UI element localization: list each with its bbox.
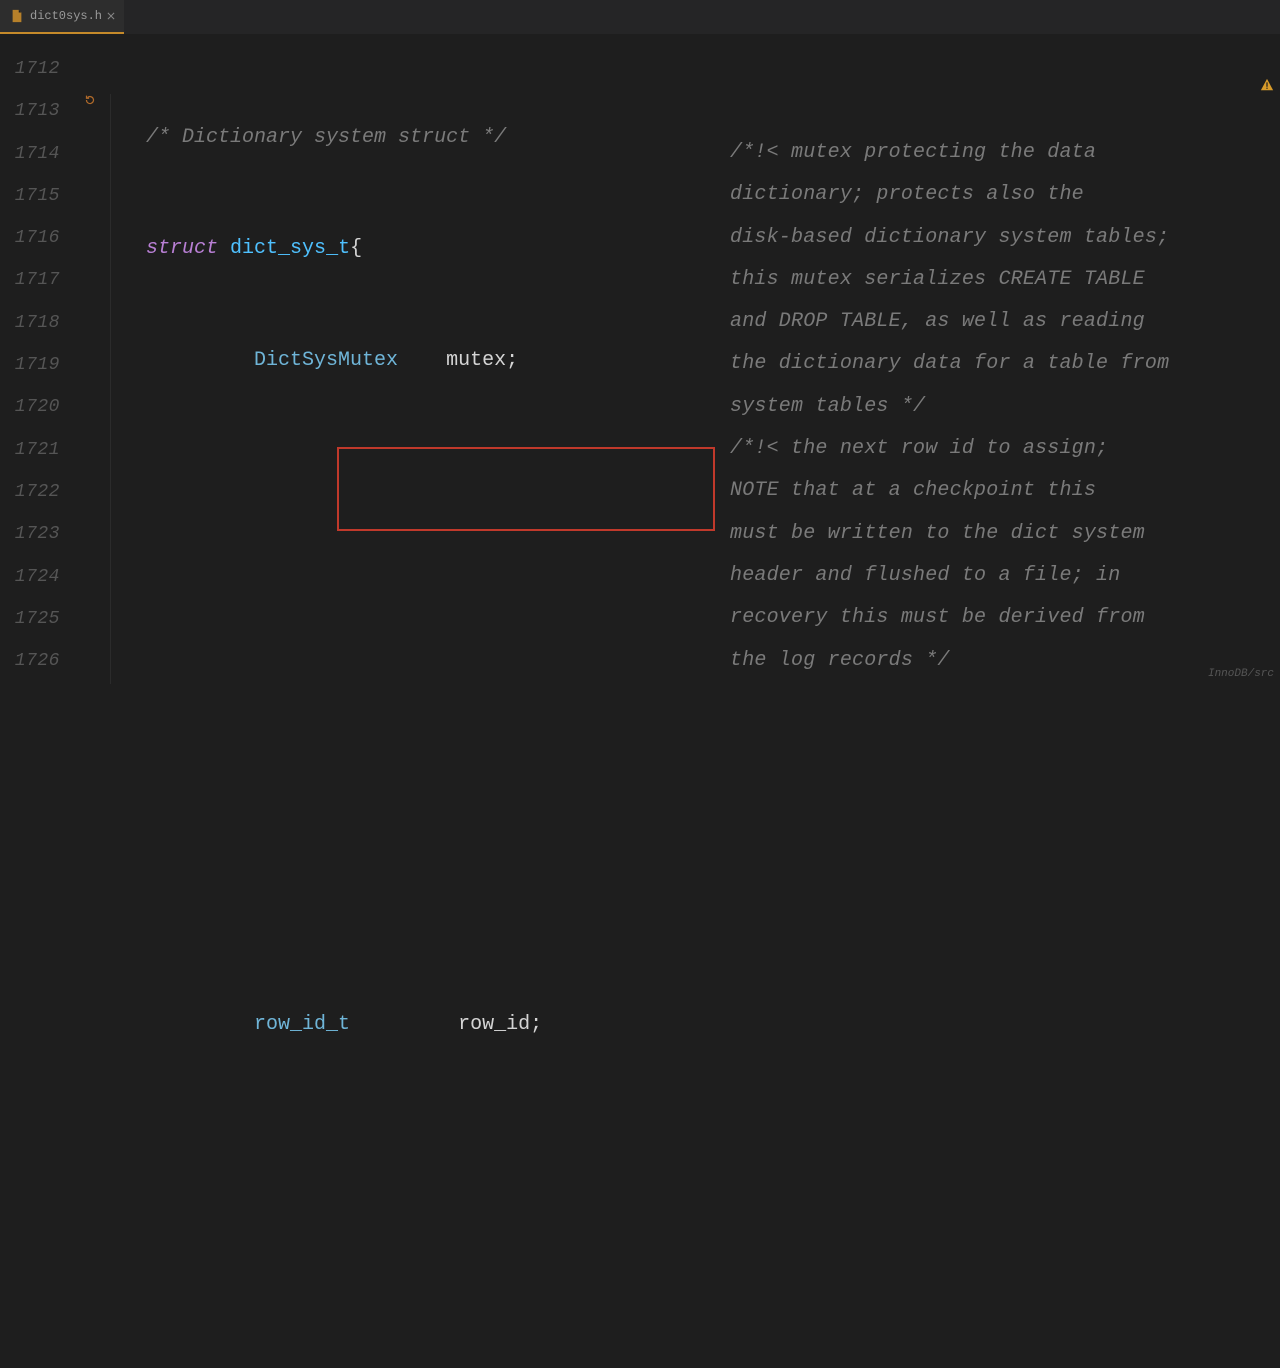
doc-comment-column: /*!< mutex protecting the data dictionar… [730, 132, 1272, 682]
code-line [110, 804, 1280, 846]
line-number: 1724 [0, 556, 72, 598]
refresh-marker-icon[interactable] [82, 92, 98, 108]
line-number: 1721 [0, 429, 72, 471]
line-number: 1717 [0, 259, 72, 301]
comment-text: header and flushed to a file; in [730, 555, 1272, 597]
line-number-gutter: 1712 1713 1714 1715 1716 1717 1718 1719 … [0, 34, 72, 684]
editor-margin [72, 34, 110, 684]
comment-text: /*!< the next row id to assign; [730, 428, 1272, 470]
line-number: 1714 [0, 133, 72, 175]
type-token: DictSysMutex [254, 349, 398, 372]
comment-text: dictionary; protects also the [730, 174, 1272, 216]
type-token: dict_sys_t [230, 237, 350, 260]
comment-text: this mutex serializes CREATE TABLE [730, 259, 1272, 301]
comment-text: /*!< mutex protecting the data [730, 132, 1272, 174]
code-line [110, 716, 1280, 758]
tab-filename: dict0sys.h [30, 9, 102, 23]
warning-icon[interactable] [1260, 78, 1274, 97]
comment-text: must be written to the dict system [730, 513, 1272, 555]
comment-token: /* Dictionary system struct */ [146, 126, 506, 149]
line-number: 1712 [0, 48, 72, 90]
line-number: 1715 [0, 175, 72, 217]
comment-text: recovery this must be derived from [730, 597, 1272, 639]
line-number: 1722 [0, 471, 72, 513]
code-line [110, 892, 1280, 934]
code-line: row_id_t row_id; [110, 1004, 1280, 1046]
comment-text: system tables */ [730, 386, 1272, 428]
code-line [110, 1203, 1280, 1245]
code-line [110, 1115, 1280, 1157]
line-number: 1719 [0, 344, 72, 386]
comment-text: the dictionary data for a table from [730, 343, 1272, 385]
ide-watermark: InnoDB/src [1208, 668, 1274, 680]
member-token: row_id; [458, 1013, 542, 1036]
keyword-token: struct [146, 237, 218, 260]
line-number: 1725 [0, 598, 72, 640]
line-number: 1723 [0, 513, 72, 555]
line-number: 1716 [0, 217, 72, 259]
comment-text: the log records */ [730, 640, 1272, 682]
tab-bar: dict0sys.h [0, 0, 1280, 34]
file-icon [10, 9, 24, 23]
comment-text: disk-based dictionary system tables; [730, 217, 1272, 259]
code-line [110, 1292, 1280, 1334]
line-number: 1713 [0, 90, 72, 132]
line-number: 1726 [0, 640, 72, 682]
type-token: row_id_t [254, 1013, 350, 1036]
editor-tab[interactable]: dict0sys.h [0, 0, 124, 34]
code-editor[interactable]: 1712 1713 1714 1715 1716 1717 1718 1719 … [0, 34, 1280, 684]
comment-text: NOTE that at a checkpoint this [730, 470, 1272, 512]
line-number: 1720 [0, 386, 72, 428]
close-icon[interactable] [104, 9, 118, 23]
line-number: 1718 [0, 302, 72, 344]
comment-text: and DROP TABLE, as well as reading [730, 301, 1272, 343]
member-token: mutex; [446, 349, 518, 372]
punct-token: { [350, 237, 362, 260]
